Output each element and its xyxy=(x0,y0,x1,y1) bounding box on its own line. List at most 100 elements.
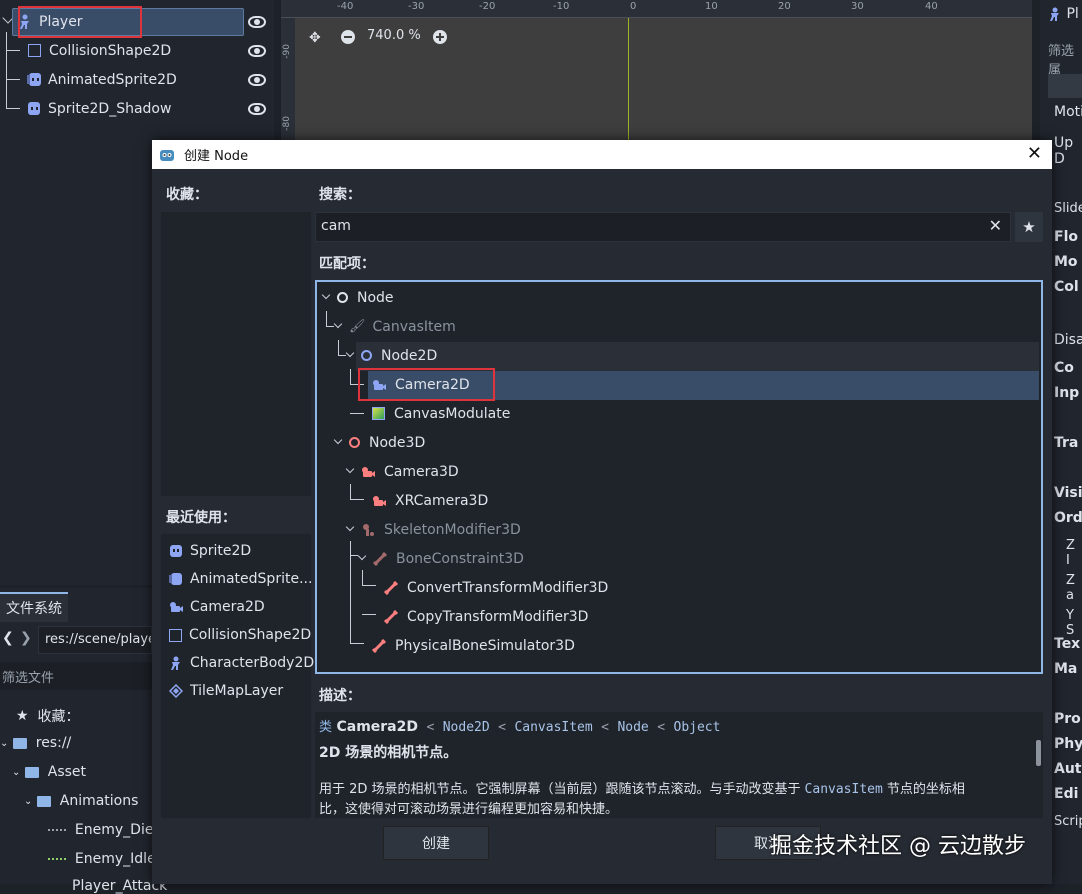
favorites-list[interactable] xyxy=(161,212,311,496)
create-button[interactable]: 创建 xyxy=(383,826,489,860)
inspector-section[interactable]: Visi xyxy=(1054,485,1082,501)
recent-item[interactable]: Sprite2D xyxy=(169,537,251,565)
filter-files-input[interactable]: 筛选文件 xyxy=(0,662,152,690)
inspector-label: Scrip xyxy=(1054,814,1082,829)
recent-item[interactable]: Camera2D xyxy=(169,593,265,621)
inspector-section[interactable]: Pro xyxy=(1054,711,1081,727)
inspector-section[interactable]: Aut xyxy=(1054,761,1082,777)
highlight-box xyxy=(18,6,142,38)
scrollbar-thumb[interactable] xyxy=(1036,740,1041,766)
class-name: Camera2D xyxy=(336,719,418,735)
inspector-section[interactable]: Col xyxy=(1054,279,1079,295)
inspector-tab[interactable] xyxy=(1048,74,1082,98)
tree-item-node3d[interactable]: Node3D xyxy=(349,428,425,457)
recent-list[interactable]: Sprite2D AnimatedSprite... Camera2D Coll… xyxy=(161,534,314,818)
search-value: cam xyxy=(321,218,351,234)
zoom-out-icon[interactable] xyxy=(341,30,355,44)
camera-3d-icon xyxy=(362,466,375,477)
description-body: 用于 2D 场景的相机节点。它强制屏幕（当前层）跟随该节点滚动。与手动改变基于 C… xyxy=(319,780,1019,818)
recent-item[interactable]: CollisionShape2D xyxy=(169,621,311,649)
inspector-section[interactable]: Ma xyxy=(1054,661,1077,677)
tree-item-label: XRCamera3D xyxy=(395,492,489,509)
scene-node-collisionshape[interactable]: CollisionShape2D xyxy=(0,32,274,65)
dialog-titlebar[interactable]: 创建 Node ✕ xyxy=(152,140,1052,169)
inspector-section[interactable]: Tra xyxy=(1054,435,1078,451)
close-icon[interactable]: ✕ xyxy=(1027,143,1042,164)
visibility-eye-icon[interactable] xyxy=(248,45,266,57)
visibility-eye-icon[interactable] xyxy=(248,74,266,86)
ruler-tick: 40 xyxy=(925,1,938,12)
zoom-in-icon[interactable] xyxy=(433,30,447,44)
tree-item-xrcamera3d[interactable]: XRCamera3D xyxy=(372,486,488,515)
visibility-eye-icon[interactable] xyxy=(248,16,266,28)
tree-item-physicalbonesimulator3d[interactable]: PhysicalBoneSimulator3D xyxy=(372,631,575,660)
recent-item[interactable]: CharacterBody2D xyxy=(169,649,314,677)
class-header: 类 Camera2D < Node2D < CanvasItem < Node … xyxy=(319,716,720,735)
tree-item-label: CopyTransformModifier3D xyxy=(407,608,589,625)
path-input[interactable]: res://scene/playe xyxy=(38,626,152,654)
recent-item[interactable]: TileMapLayer xyxy=(169,677,283,705)
scene-node-sprite-shadow[interactable]: Sprite2D_Shadow xyxy=(0,80,274,123)
ruler-tick: -90 xyxy=(282,44,292,59)
tree-item-label: BoneConstraint3D xyxy=(396,550,524,567)
tree-item-copytransformmodifier3d[interactable]: CopyTransformModifier3D xyxy=(384,602,588,631)
move-icon[interactable]: ✥ xyxy=(309,30,323,46)
tree-item-camera3d[interactable]: Camera3D xyxy=(361,457,459,486)
clear-icon[interactable]: ✕ xyxy=(989,216,1002,235)
favorite-star-button[interactable]: ★ xyxy=(1015,212,1043,242)
canvas-modulate-icon xyxy=(372,407,385,420)
tree-item-canvasmodulate[interactable]: CanvasModulate xyxy=(372,399,510,428)
tree-item-node[interactable]: Node xyxy=(337,283,394,312)
tilemap-icon xyxy=(169,684,183,698)
animated-sprite-icon xyxy=(27,72,41,86)
inspector-section[interactable]: Tex xyxy=(1054,636,1080,652)
highlight-box xyxy=(358,368,495,401)
inspector-label: Slide xyxy=(1054,201,1082,216)
tree-item-converttransformmodifier3d[interactable]: ConvertTransformModifier3D xyxy=(384,573,608,602)
tree-item-skeletonmodifier3d[interactable]: SkeletonModifier3D xyxy=(361,515,521,544)
fs-folder-asset[interactable]: ⌄ Asset xyxy=(12,764,86,780)
inherit-link[interactable]: CanvasItem xyxy=(514,720,592,735)
inspector-section[interactable]: Flo xyxy=(1054,229,1078,245)
tree-item-label: Node3D xyxy=(369,434,426,451)
node3d-icon xyxy=(349,437,360,448)
search-input[interactable]: cam ✕ xyxy=(315,212,1011,242)
forward-arrow-icon[interactable]: ❯ xyxy=(20,630,32,646)
inspector-section[interactable]: Mo xyxy=(1054,254,1078,270)
tree-item-canvasitem[interactable]: 🖌 CanvasItem xyxy=(349,312,456,341)
character-body-icon xyxy=(1050,7,1059,21)
fs-folder-animations[interactable]: ⌄ Animations xyxy=(24,793,138,809)
back-arrow-icon[interactable]: ❮ xyxy=(2,630,14,646)
recent-item[interactable]: AnimatedSprite... xyxy=(169,565,312,593)
tab-filesystem[interactable]: 文件系统 xyxy=(0,592,68,622)
description-code[interactable]: CanvasItem xyxy=(805,782,883,797)
inspector-section[interactable]: Inp xyxy=(1054,385,1079,401)
inherit-link[interactable]: Node xyxy=(617,720,648,735)
star-icon: ★ xyxy=(1022,218,1036,236)
inspector-label: Up D xyxy=(1054,135,1074,167)
inspector-filter[interactable]: 筛选属 xyxy=(1048,40,1082,78)
inherit-link[interactable]: Object xyxy=(674,720,721,735)
camera-2d-icon xyxy=(170,602,183,612)
character-body-icon xyxy=(171,656,180,670)
matches-tree[interactable]: Node 🖌 CanvasItem Node2D Camera2D CanvasM… xyxy=(315,280,1043,674)
inspector-section[interactable]: Phy xyxy=(1054,736,1082,752)
tree-item-label: SkeletonModifier3D xyxy=(384,521,521,538)
scene-node-label: CollisionShape2D xyxy=(49,42,172,59)
fs-favorites[interactable]: ★ 收藏： xyxy=(16,706,79,726)
inspector-section[interactable]: Co xyxy=(1054,360,1074,376)
zoom-level[interactable]: 740.0 % xyxy=(367,28,421,43)
tree-item-node2d[interactable]: Node2D xyxy=(361,341,437,370)
visibility-eye-icon[interactable] xyxy=(248,103,266,115)
canvas-viewport[interactable]: ✥ 740.0 % xyxy=(281,0,1032,140)
fs-root[interactable]: ⌄ res:// xyxy=(0,735,71,751)
fs-file[interactable]: Enemy_Die.r xyxy=(48,822,164,838)
inspector-section[interactable]: Edi xyxy=(1054,786,1078,802)
inspector-section[interactable]: Ord xyxy=(1054,510,1082,526)
scene-node-animatedsprite[interactable]: AnimatedSprite2D xyxy=(0,51,274,94)
tree-item-label: CanvasModulate xyxy=(394,405,511,422)
inspector-label: Moti xyxy=(1054,104,1082,120)
inherit-link[interactable]: Node2D xyxy=(443,720,490,735)
tree-item-boneconstraint3d[interactable]: BoneConstraint3D xyxy=(373,544,524,573)
fs-file[interactable]: Enemy_Idle_ xyxy=(48,851,163,867)
